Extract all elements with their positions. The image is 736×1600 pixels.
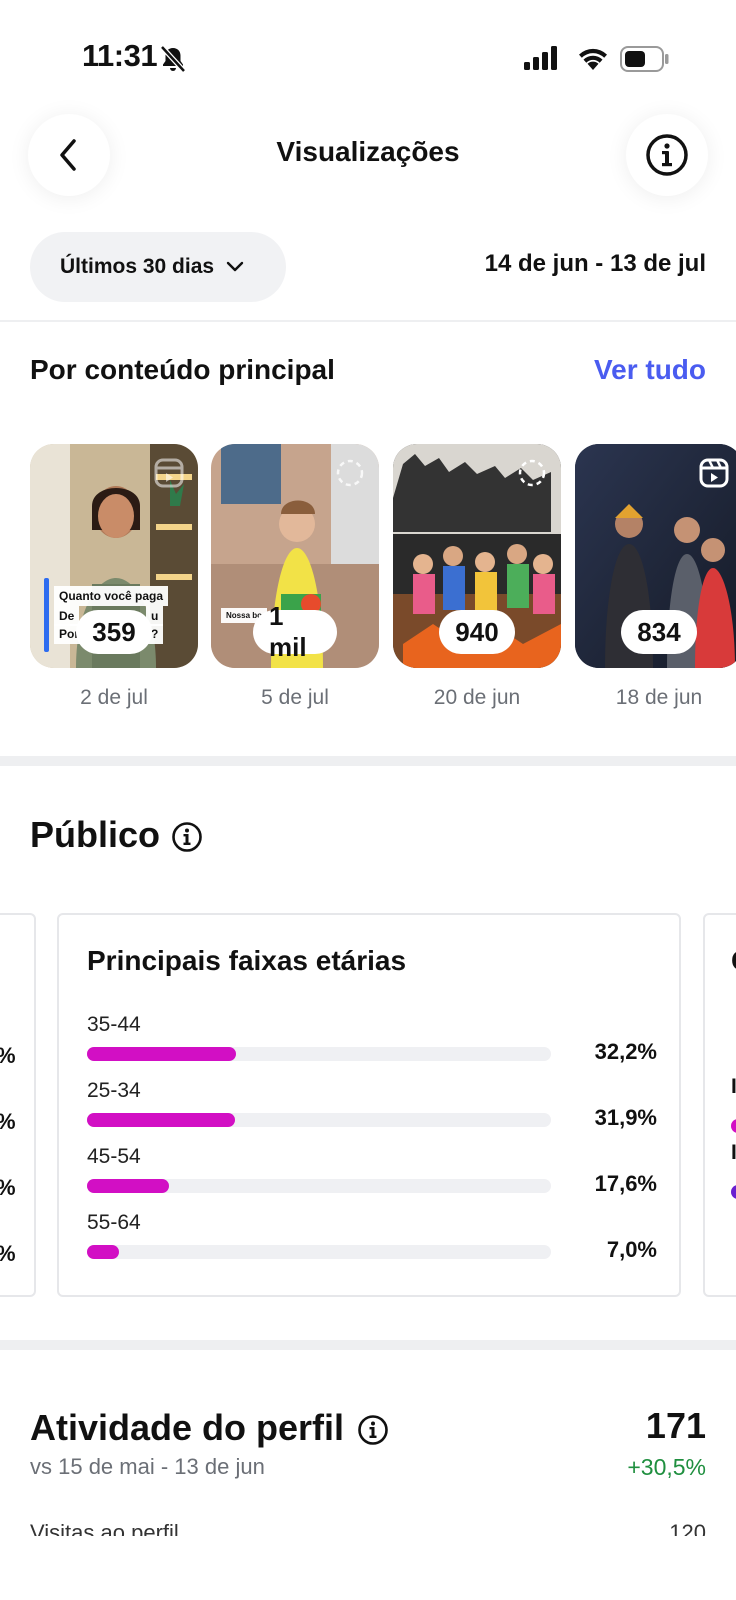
divider <box>0 320 736 322</box>
section-divider <box>0 756 736 766</box>
age-row: 25-34 31,9% <box>87 1079 657 1139</box>
age-label: 35-44 <box>87 1013 141 1036</box>
audience-card-previous[interactable]: % % % % <box>0 913 36 1297</box>
bar-track <box>87 1113 551 1127</box>
pct-value: % <box>0 1241 16 1267</box>
status-bar: 11:31 <box>0 0 736 110</box>
content-thumbnail[interactable]: 834 18 de jun <box>575 444 736 710</box>
profile-activity-title: Atividade do perfil <box>30 1407 345 1448</box>
wifi-icon <box>579 48 607 70</box>
view-count: 940 <box>439 610 515 654</box>
bar-fill <box>87 1047 237 1061</box>
date-filter-dropdown[interactable]: Últimos 30 dias <box>30 232 286 302</box>
age-label: 55-64 <box>87 1211 141 1234</box>
thumbnail-image: 834 <box>575 444 736 668</box>
age-label: 25-34 <box>87 1079 141 1102</box>
change-percentage: +30,5% <box>627 1454 706 1480</box>
thumbnail-caption: Quanto você paga <box>54 586 169 606</box>
content-thumbnail[interactable]: Quanto você paga De Por u ? 359 2 de jul <box>30 444 198 710</box>
see-all-link[interactable]: Ver tudo <box>594 354 706 386</box>
age-row: 35-44 32,2% <box>87 1013 657 1073</box>
view-count: 834 <box>621 610 697 654</box>
cellular-signal-icon <box>524 46 557 70</box>
pct-value: % <box>0 1109 16 1135</box>
bar-track <box>87 1179 551 1193</box>
row-value: 120 <box>669 1520 706 1536</box>
bar-fill <box>731 1119 736 1133</box>
reel-icon <box>154 458 184 488</box>
age-percentage: 32,2% <box>594 1039 657 1064</box>
bar-track <box>87 1245 551 1259</box>
content-date: 2 de jul <box>80 686 148 709</box>
content-date: 18 de jun <box>615 686 703 709</box>
top-content-carousel[interactable]: Quanto você paga De Por u ? 359 2 de jul <box>30 444 736 714</box>
bar-fill <box>87 1245 120 1259</box>
bar-fill <box>87 1113 236 1127</box>
age-row: 45-54 17,6% <box>87 1145 657 1205</box>
info-icon[interactable] <box>357 1414 389 1446</box>
header: Visualizações <box>0 110 736 200</box>
story-ring-icon <box>336 459 364 487</box>
date-range: 14 de jun - 13 de jul <box>484 250 706 277</box>
peek-label: I <box>731 1141 736 1164</box>
profile-activity-value: 171 <box>645 1405 706 1446</box>
thumbnail-caption: De <box>54 606 80 626</box>
age-row: 55-64 7,0% <box>87 1211 657 1271</box>
profile-visits-row[interactable]: Visitas ao perfil 120 <box>0 1520 736 1536</box>
battery-icon <box>620 46 669 72</box>
info-icon[interactable] <box>171 821 203 853</box>
pct-value: % <box>0 1175 16 1201</box>
date-filter-label: Últimos 30 dias <box>60 255 215 278</box>
bar-fill <box>87 1179 169 1193</box>
top-content-title: Por conteúdo principal <box>30 354 335 385</box>
pct-value: % <box>0 1043 16 1069</box>
thumbnail-image: Quanto você paga De Por u ? 359 <box>30 444 198 668</box>
comparison-period: vs 15 de mai - 13 de jun <box>30 1454 265 1479</box>
age-percentage: 17,6% <box>594 1171 657 1196</box>
age-label: 45-54 <box>87 1145 141 1168</box>
story-ring-icon <box>518 459 546 487</box>
info-icon <box>646 134 688 176</box>
content-thumbnail[interactable]: Nossa bo 1 mil 5 de jul <box>211 444 379 710</box>
age-ranges-card[interactable]: Principais faixas etárias 35-44 32,2% 25… <box>57 913 681 1297</box>
chevron-down-icon <box>226 261 244 272</box>
card-title: C <box>731 945 736 977</box>
reel-icon <box>699 458 729 488</box>
bar-fill <box>731 1185 736 1199</box>
content-date: 20 de jun <box>433 686 521 709</box>
caption-accent <box>44 578 49 652</box>
thumbnail-image: 940 <box>393 444 561 668</box>
section-divider <box>0 1340 736 1350</box>
view-count: 359 <box>76 610 152 654</box>
thumbnail-image: Nossa bo 1 mil <box>211 444 379 668</box>
bell-slash-icon <box>160 45 186 73</box>
view-count: 1 mil <box>253 601 337 662</box>
age-percentage: 31,9% <box>594 1105 657 1130</box>
peek-label: I <box>731 1075 736 1098</box>
age-percentage: 7,0% <box>606 1237 657 1262</box>
content-date: 5 de jul <box>261 686 329 709</box>
content-thumbnail[interactable]: 940 20 de jun <box>393 444 561 710</box>
card-title: Principais faixas etárias <box>87 945 407 976</box>
audience-title: Público <box>30 814 161 855</box>
row-label: Visitas ao perfil <box>30 1520 179 1536</box>
status-time: 11:31 <box>82 38 158 73</box>
bar-track <box>87 1047 551 1061</box>
audience-card-next[interactable]: C I I <box>703 913 736 1297</box>
info-button[interactable] <box>626 114 708 196</box>
